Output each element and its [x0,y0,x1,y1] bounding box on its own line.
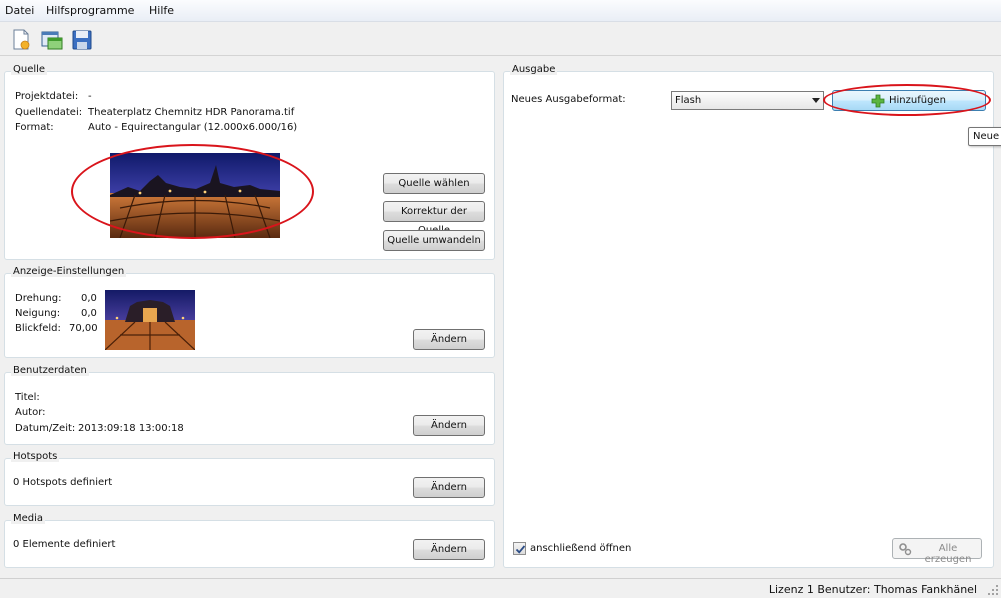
checkmark-icon [515,545,526,554]
hotspots-change-button[interactable]: Ändern [413,477,485,498]
rotation-label: Drehung: [15,293,62,304]
user-data-change-button[interactable]: Ändern [413,415,485,436]
display-settings-title: Anzeige-Einstellungen [11,266,127,277]
project-file-value: - [88,91,92,102]
project-file-label: Projektdatei: [15,91,79,102]
title-label: Titel: [15,392,40,403]
chevron-down-icon [812,98,820,103]
hotspots-title: Hotspots [11,451,60,462]
user-data-title: Benutzerdaten [11,365,89,376]
media-info: 0 Elemente definiert [13,539,116,550]
tilt-label: Neigung: [15,308,61,319]
status-bar: Lizenz 1 Benutzer: Thomas Fankhänel [0,578,1001,598]
source-group-title: Quelle [11,64,48,75]
author-label: Autor: [15,407,46,418]
choose-source-button[interactable]: Quelle wählen [383,173,485,194]
output-group: Ausgabe [503,64,994,568]
media-title: Media [11,513,46,524]
format-label: Format: [15,122,54,133]
open-after-label: anschließend öffnen [530,543,632,554]
resize-grip-icon[interactable] [987,584,999,596]
menu-hilfe[interactable]: Hilfe [147,4,176,17]
add-output-button[interactable]: Hinzufügen [832,90,986,111]
generate-all-button[interactable]: Alle erzeugen [892,538,982,565]
correct-source-button[interactable]: Korrektur der Quelle [383,201,485,236]
output-format-label: Neues Ausgabeformat: [511,94,626,105]
new-document-icon[interactable] [9,28,33,52]
datetime-value: 2013:09:18 13:00:18 [78,423,184,434]
output-group-title: Ausgabe [510,64,558,75]
view-preview-image [105,290,195,350]
plus-icon [871,94,885,108]
status-text: Lizenz 1 Benutzer: Thomas Fankhänel [768,583,977,596]
format-value: Auto - Equirectangular (12.000x6.000/16) [88,122,298,133]
fov-value: 70,00 [69,323,98,334]
source-file-label: Quellendatei: [15,107,83,118]
user-data-group: Benutzerdaten Titel: Autor: Datum/Zeit: … [4,365,495,445]
media-group: Media 0 Elemente definiert Ändern [4,513,495,568]
gears-icon [899,543,912,556]
toolbar [0,22,1001,56]
add-output-label: Hinzufügen [889,95,946,106]
output-format-select[interactable]: Flash [671,91,824,110]
generate-all-label: Alle erzeugen [924,543,972,565]
open-project-icon[interactable] [40,28,64,52]
fov-label: Blickfeld: [15,323,61,334]
rotation-value: 0,0 [81,293,97,304]
menu-bar: Datei Hilfsprogramme Hilfe [0,0,1001,22]
menu-datei[interactable]: Datei [3,4,36,17]
datetime-label: Datum/Zeit: [15,423,76,434]
media-change-button[interactable]: Ändern [413,539,485,560]
convert-source-button[interactable]: Quelle umwandeln [383,230,485,251]
display-settings-group: Anzeige-Einstellungen Drehung: 0,0 Neigu… [4,266,495,358]
tilt-value: 0,0 [81,308,97,319]
display-change-button[interactable]: Ändern [413,329,485,350]
tooltip: Neue [968,127,1001,146]
hotspots-info: 0 Hotspots definiert [13,477,113,488]
open-after-checkbox[interactable] [513,542,526,555]
output-format-value: Flash [675,95,702,106]
hotspots-group: Hotspots 0 Hotspots definiert Ändern [4,451,495,506]
panorama-preview-image [110,153,280,238]
source-file-value: Theaterplatz Chemnitz HDR Panorama.tif [88,107,295,118]
save-disk-icon[interactable] [70,28,94,52]
source-group: Quelle Projektdatei: - Quellendatei: The… [4,64,495,260]
menu-hilfsprogramme[interactable]: Hilfsprogramme [44,4,136,17]
